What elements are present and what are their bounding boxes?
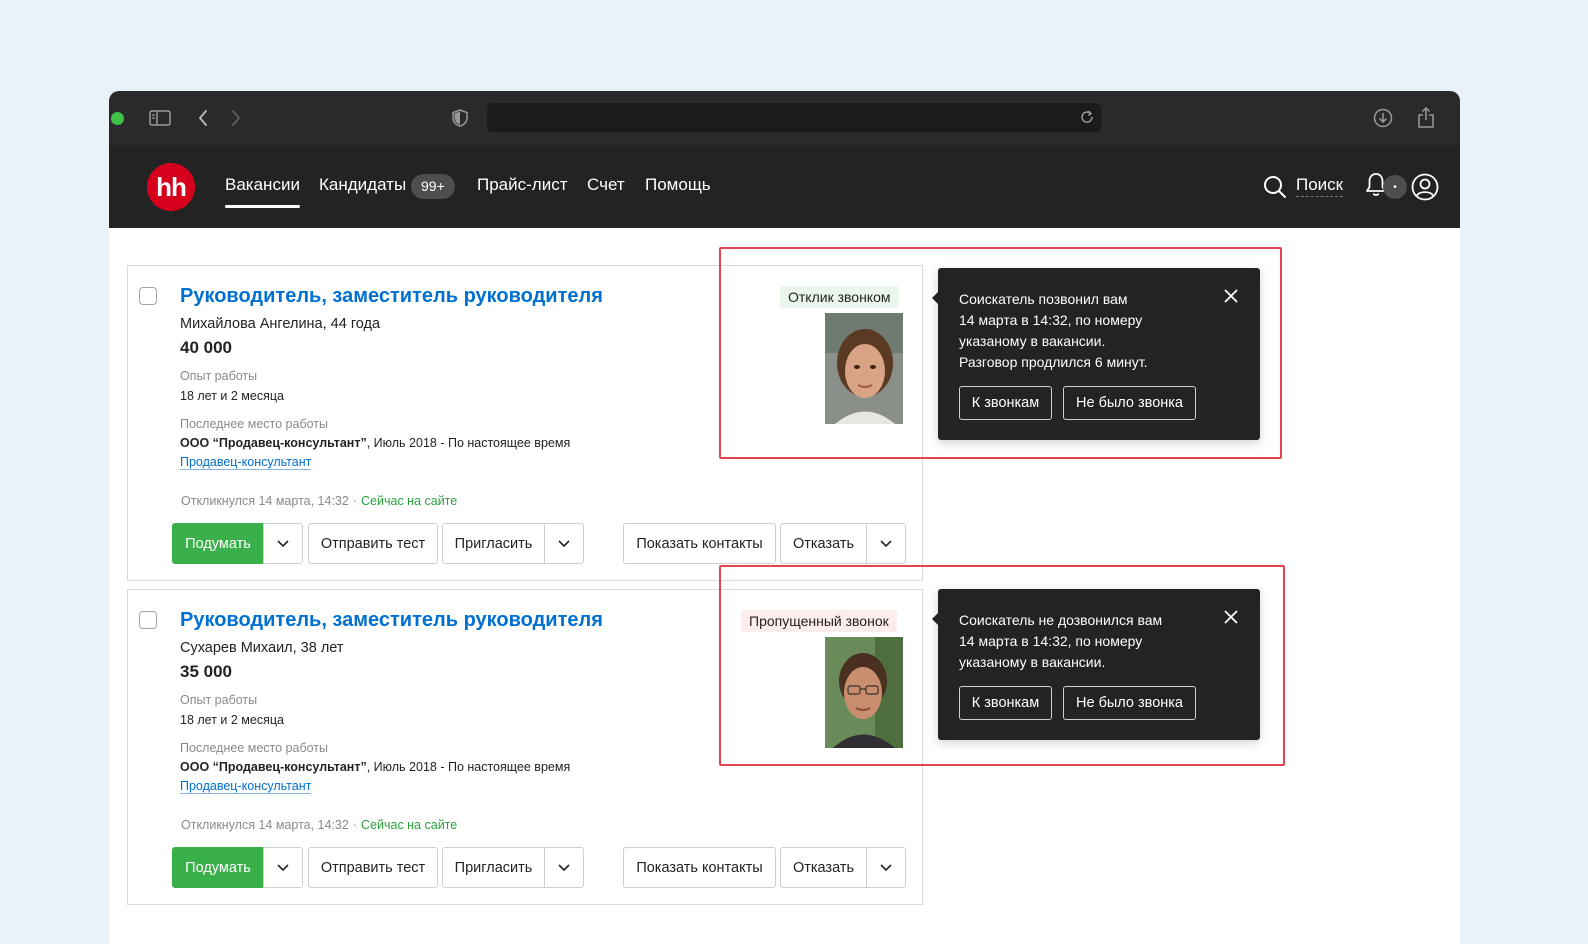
call-info-tooltip: Соискатель позвонил вам 14 марта в 14:32… (932, 268, 1260, 440)
no-call-button[interactable]: Не было звонка (1063, 386, 1196, 420)
company-name: ООО “Продавец-консультант” (180, 436, 367, 450)
candidate-name: Михайлова Ангелина, 44 года (180, 316, 381, 332)
think-button[interactable]: Подумать (172, 847, 264, 888)
sidebar-icon[interactable] (147, 105, 173, 131)
think-dropdown-button[interactable] (263, 523, 303, 564)
meta-separator: · (352, 818, 358, 832)
tooltip-line: 14 марта в 14:32, по номеру (959, 312, 1143, 328)
nav-vacancies[interactable]: Вакансии (225, 175, 300, 208)
send-test-button[interactable]: Отправить тест (308, 523, 438, 564)
vacancy-title-link[interactable]: Руководитель, заместитель руководителя (180, 285, 603, 308)
invite-dropdown-button[interactable] (544, 523, 584, 564)
experience-value: 18 лет и 2 месяца (180, 389, 284, 403)
address-bar[interactable] (487, 103, 1101, 132)
invite-button[interactable]: Пригласить (442, 847, 545, 888)
chevron-down-icon (277, 863, 289, 871)
nav-help[interactable]: Помощь (645, 175, 711, 195)
select-checkbox[interactable] (139, 287, 157, 305)
call-info-tooltip: Соискатель не дозвонился вам 14 марта в … (932, 589, 1260, 740)
last-job-label: Последнее место работы (180, 417, 328, 431)
no-call-button[interactable]: Не было звонка (1063, 686, 1196, 720)
show-contacts-button[interactable]: Показать контакты (623, 847, 776, 888)
chevron-down-icon (880, 539, 892, 547)
to-calls-button[interactable]: К звонкам (959, 686, 1052, 720)
experience-label: Опыт работы (180, 693, 258, 707)
online-status: Сейчас на сайте (361, 494, 458, 508)
search-icon[interactable] (1263, 175, 1287, 204)
chevron-down-icon (558, 539, 570, 547)
close-icon[interactable] (1224, 610, 1238, 629)
nav-candidates[interactable]: Кандидаты (319, 175, 406, 195)
tooltip-message: Соискатель не дозвонился вам 14 марта в … (959, 610, 1199, 673)
online-status: Сейчас на сайте (361, 818, 458, 832)
nav-price-list[interactable]: Прайс-лист (477, 175, 568, 195)
tooltip-line: Соискатель не дозвонился вам (959, 612, 1163, 628)
tooltip-line: указаному в вакансии. (959, 333, 1106, 349)
forward-icon[interactable] (223, 105, 249, 131)
think-button[interactable]: Подумать (172, 523, 264, 564)
show-contacts-button[interactable]: Показать контакты (623, 523, 776, 564)
chevron-down-icon (558, 863, 570, 871)
candidates-count-badge: 99+ (411, 174, 455, 199)
chevron-down-icon (277, 539, 289, 547)
window-zoom-dot[interactable] (111, 112, 124, 125)
job-period: , Июль 2018 - По настоящее время (366, 436, 571, 450)
share-icon[interactable] (1413, 105, 1439, 131)
company-name: ООО “Продавец-консультант” (180, 760, 367, 774)
send-test-button[interactable]: Отправить тест (308, 847, 438, 888)
candidate-name: Сухарев Михаил, 38 лет (180, 640, 344, 656)
tooltip-line: 14 марта в 14:32, по номеру (959, 633, 1143, 649)
download-icon[interactable] (1370, 105, 1396, 131)
invite-dropdown-button[interactable] (544, 847, 584, 888)
response-meta: Откликнулся 14 марта, 14:32 · Сейчас на са… (181, 494, 457, 508)
reload-icon[interactable] (1079, 109, 1095, 130)
user-account-icon[interactable] (1411, 173, 1439, 206)
salary: 35 000 (180, 662, 232, 681)
vacancy-title-link[interactable]: Руководитель, заместитель руководителя (180, 609, 603, 632)
reject-button[interactable]: Отказать (780, 523, 867, 564)
tooltip-line: Соискатель позвонил вам (959, 291, 1128, 307)
browser-window: hh Вакансии Кандидаты 99+ Прайс-лист Сче… (109, 91, 1460, 944)
think-dropdown-button[interactable] (263, 847, 303, 888)
site-header: hh Вакансии Кандидаты 99+ Прайс-лист Сче… (109, 145, 1460, 228)
responded-date: Откликнулся 14 марта, 14:32 (181, 494, 349, 508)
last-job-value: ООО “Продавец-консультант”, Июль 2018 - … (180, 760, 570, 774)
tooltip-line: указаному в вакансии. (959, 654, 1106, 670)
to-calls-button[interactable]: К звонкам (959, 386, 1052, 420)
salary: 40 000 (180, 338, 232, 357)
job-period: , Июль 2018 - По настоящее время (366, 760, 571, 774)
select-checkbox[interactable] (139, 611, 157, 629)
reject-dropdown-button[interactable] (866, 847, 906, 888)
invite-button[interactable]: Пригласить (442, 523, 545, 564)
tooltip-line: Разговор продлился 6 минут. (959, 354, 1148, 370)
hh-logo[interactable]: hh (147, 163, 195, 211)
last-job-value: ООО “Продавец-консультант”, Июль 2018 - … (180, 436, 570, 450)
experience-value: 18 лет и 2 месяца (180, 713, 284, 727)
last-job-label: Последнее место работы (180, 741, 328, 755)
reject-dropdown-button[interactable] (866, 523, 906, 564)
close-icon[interactable] (1224, 289, 1238, 308)
position-link[interactable]: Продавец-консультант (180, 455, 312, 470)
response-meta: Откликнулся 14 марта, 14:32 · Сейчас на са… (181, 818, 457, 832)
search-link[interactable]: Поиск (1296, 175, 1344, 197)
back-icon[interactable] (190, 105, 216, 131)
shield-icon[interactable] (447, 105, 473, 131)
position-link[interactable]: Продавец-консультант (180, 779, 312, 794)
nav-account[interactable]: Счет (587, 175, 625, 195)
browser-toolbar (109, 91, 1460, 145)
notifications-badge: • (1383, 175, 1407, 199)
experience-label: Опыт работы (180, 369, 258, 383)
chevron-down-icon (880, 863, 892, 871)
meta-separator: · (352, 494, 358, 508)
reject-button[interactable]: Отказать (780, 847, 867, 888)
responded-date: Откликнулся 14 марта, 14:32 (181, 818, 349, 832)
tooltip-message: Соискатель позвонил вам 14 марта в 14:32… (959, 289, 1199, 373)
